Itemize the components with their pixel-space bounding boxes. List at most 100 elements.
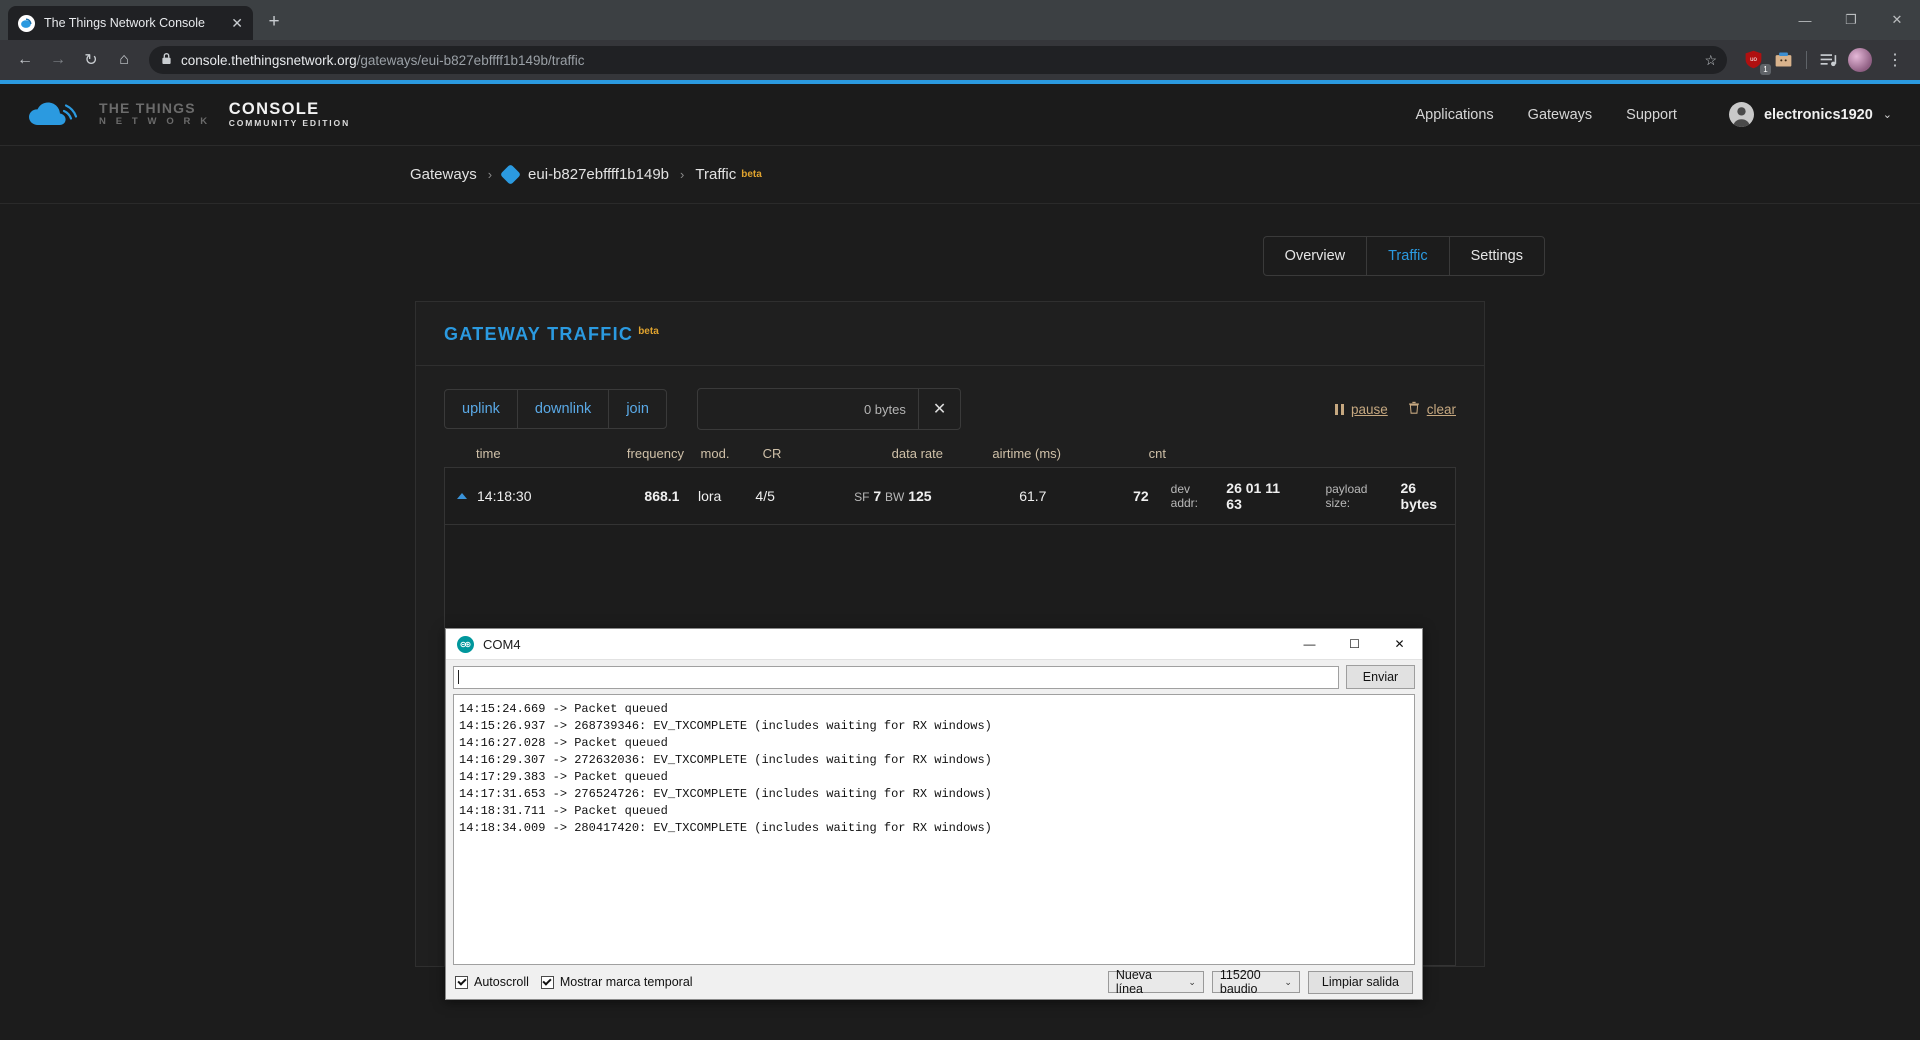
bw-label: BW — [885, 490, 905, 504]
clear-button[interactable]: clear — [1408, 401, 1456, 417]
user-menu[interactable]: electronics1920 ⌄ — [1728, 102, 1892, 127]
serial-send-row: Enviar — [446, 660, 1422, 694]
chrome-profile-avatar[interactable] — [1848, 48, 1872, 72]
window-controls: — ❐ ✕ — [1782, 0, 1920, 40]
serial-minimize-icon[interactable]: — — [1287, 629, 1332, 660]
clear-output-button[interactable]: Limpiar salida — [1307, 970, 1413, 994]
serial-title-bar[interactable]: COM4 — ☐ ✕ — [446, 629, 1422, 660]
row-time: 14:18:30 — [445, 488, 563, 504]
browser-tab[interactable]: The Things Network Console ✕ — [8, 6, 253, 40]
ttn-main-nav: Applications Gateways Support electronic… — [1415, 102, 1892, 127]
send-button[interactable]: Enviar — [1346, 665, 1415, 689]
url-path: /gateways/eui-b827ebffff1b149b/traffic — [356, 52, 585, 68]
ttn-header: THE THINGS N E T W O R K CONSOLE COMMUNI… — [0, 84, 1920, 146]
breadcrumb-gateway-id[interactable]: eui-b827ebffff1b149b — [528, 166, 669, 183]
new-tab-button[interactable]: + — [259, 7, 289, 37]
traffic-filter-group: uplink downlink join — [444, 389, 667, 429]
chevron-down-icon: ⌄ — [1882, 109, 1892, 121]
autoscroll-checkbox[interactable]: Autoscroll — [455, 975, 529, 989]
baud-rate-select[interactable]: 115200 baudio ⌄ — [1211, 968, 1300, 996]
uplink-arrow-icon — [457, 493, 467, 499]
col-frequency: frequency — [626, 446, 684, 461]
nav-support[interactable]: Support — [1626, 107, 1677, 123]
checkbox-box-2 — [540, 975, 554, 989]
breadcrumb-gateways[interactable]: Gateways — [410, 166, 477, 183]
chrome-menu-icon[interactable]: ⋮ — [1880, 50, 1910, 70]
chevron-down-icon-2: ⌄ — [1284, 976, 1292, 987]
col-airtime: airtime (ms) — [992, 446, 1061, 461]
bookmark-star-icon[interactable]: ☆ — [1704, 52, 1717, 69]
serial-window-controls: — ☐ ✕ — [1287, 629, 1422, 660]
nav-gateways[interactable]: Gateways — [1528, 107, 1592, 123]
line-ending-value: Nueva línea — [1115, 968, 1153, 996]
autoscroll-label: Autoscroll — [474, 975, 529, 989]
ttn-favicon-icon — [18, 14, 35, 32]
col-mod: mod. — [700, 446, 730, 461]
page-tabs-row: Overview Traffic Settings — [0, 204, 1920, 276]
breadcrumb: Gateways › eui-b827ebffff1b149b › Traffi… — [0, 146, 1920, 204]
gateway-icon — [499, 163, 522, 186]
ublock-origin-icon[interactable]: uo 1 — [1743, 49, 1771, 75]
browser-tab-title: The Things Network Console — [44, 16, 205, 30]
brand-name-line2: N E T W O R K — [99, 116, 211, 128]
address-bar[interactable]: console.thethingsnetwork.org/gateways/eu… — [149, 46, 1727, 74]
clear-search-icon[interactable]: ✕ — [917, 389, 960, 429]
text-caret — [458, 670, 459, 684]
timestamp-checkbox[interactable]: Mostrar marca temporal — [540, 975, 693, 989]
filter-join-button[interactable]: join — [609, 390, 666, 428]
col-time: time — [476, 446, 501, 461]
beta-badge: beta — [741, 169, 762, 180]
tab-settings[interactable]: Settings — [1450, 237, 1544, 275]
serial-bottom-right: Nueva línea ⌄ 115200 baudio ⌄ Limpiar sa… — [1107, 968, 1413, 996]
traffic-actions: pause clear — [1335, 401, 1456, 417]
tab-traffic[interactable]: Traffic — [1367, 237, 1450, 275]
close-window-icon[interactable]: ✕ — [1874, 0, 1920, 40]
payload-value: 26 bytes — [1400, 480, 1438, 512]
col-data-rate: data rate — [891, 446, 943, 461]
filter-downlink-button[interactable]: downlink — [518, 390, 610, 428]
serial-bottom-bar: Autoscroll Mostrar marca temporal Nueva … — [446, 965, 1422, 999]
url-domain: console.thethingsnetwork.org — [181, 52, 357, 68]
row-time-value: 14:18:30 — [477, 488, 532, 504]
serial-close-icon[interactable]: ✕ — [1377, 629, 1422, 660]
page-title: GATEWAY TRAFFIC — [444, 324, 634, 344]
row-cr: 4/5 — [755, 488, 775, 504]
sf-value: 7 — [873, 488, 882, 504]
traffic-controls: uplink downlink join 0 bytes ✕ pause cle… — [416, 366, 1484, 430]
col-cnt: cnt — [1148, 446, 1166, 461]
media-playlist-icon[interactable] — [1818, 49, 1840, 71]
devaddr-value: 26 01 11 63 — [1226, 480, 1281, 512]
home-icon[interactable]: ⌂ — [109, 45, 139, 75]
maximize-restore-icon[interactable]: ❐ — [1828, 0, 1874, 40]
svg-text:uo: uo — [1750, 56, 1757, 63]
breadcrumb-separator: › — [487, 167, 493, 182]
panel-beta-badge: beta — [638, 325, 659, 337]
back-icon[interactable]: ← — [10, 45, 40, 75]
serial-maximize-icon[interactable]: ☐ — [1332, 629, 1377, 660]
username-label: electronics1920 — [1763, 106, 1873, 123]
close-icon[interactable]: ✕ — [231, 16, 243, 30]
search-input[interactable]: 0 bytes — [698, 391, 918, 428]
row-cnt: 72 — [1133, 488, 1149, 504]
serial-command-input[interactable] — [453, 665, 1339, 689]
traffic-search: 0 bytes ✕ — [696, 388, 962, 430]
box-extension-icon[interactable] — [1773, 49, 1795, 71]
nav-applications[interactable]: Applications — [1415, 107, 1493, 123]
forward-icon[interactable]: → — [43, 45, 73, 75]
filter-uplink-button[interactable]: uplink — [445, 390, 518, 428]
row-mod: lora — [697, 488, 722, 504]
brand-name-line1: THE THINGS — [99, 100, 196, 117]
reload-icon[interactable]: ↻ — [76, 45, 106, 75]
baud-rate-value: 115200 baudio — [1219, 968, 1261, 996]
tab-overview[interactable]: Overview — [1264, 237, 1368, 275]
ttn-logo[interactable]: THE THINGS N E T W O R K CONSOLE COMMUNI… — [28, 98, 350, 132]
table-row[interactable]: 14:18:30 868.1 lora 4/5 SF 7 BW 125 61.7… — [445, 468, 1455, 525]
minimize-icon[interactable]: — — [1782, 0, 1828, 40]
page-tabs: Overview Traffic Settings — [1262, 236, 1545, 276]
console-label: CONSOLE — [228, 100, 320, 119]
serial-output-log[interactable]: 14:15:24.669 -> Packet queued 14:15:26.9… — [453, 694, 1415, 965]
pause-button[interactable]: pause — [1335, 402, 1388, 417]
lock-icon — [161, 52, 172, 68]
page-content: THE THINGS N E T W O R K CONSOLE COMMUNI… — [0, 80, 1920, 1040]
line-ending-select[interactable]: Nueva línea ⌄ — [1107, 968, 1204, 996]
